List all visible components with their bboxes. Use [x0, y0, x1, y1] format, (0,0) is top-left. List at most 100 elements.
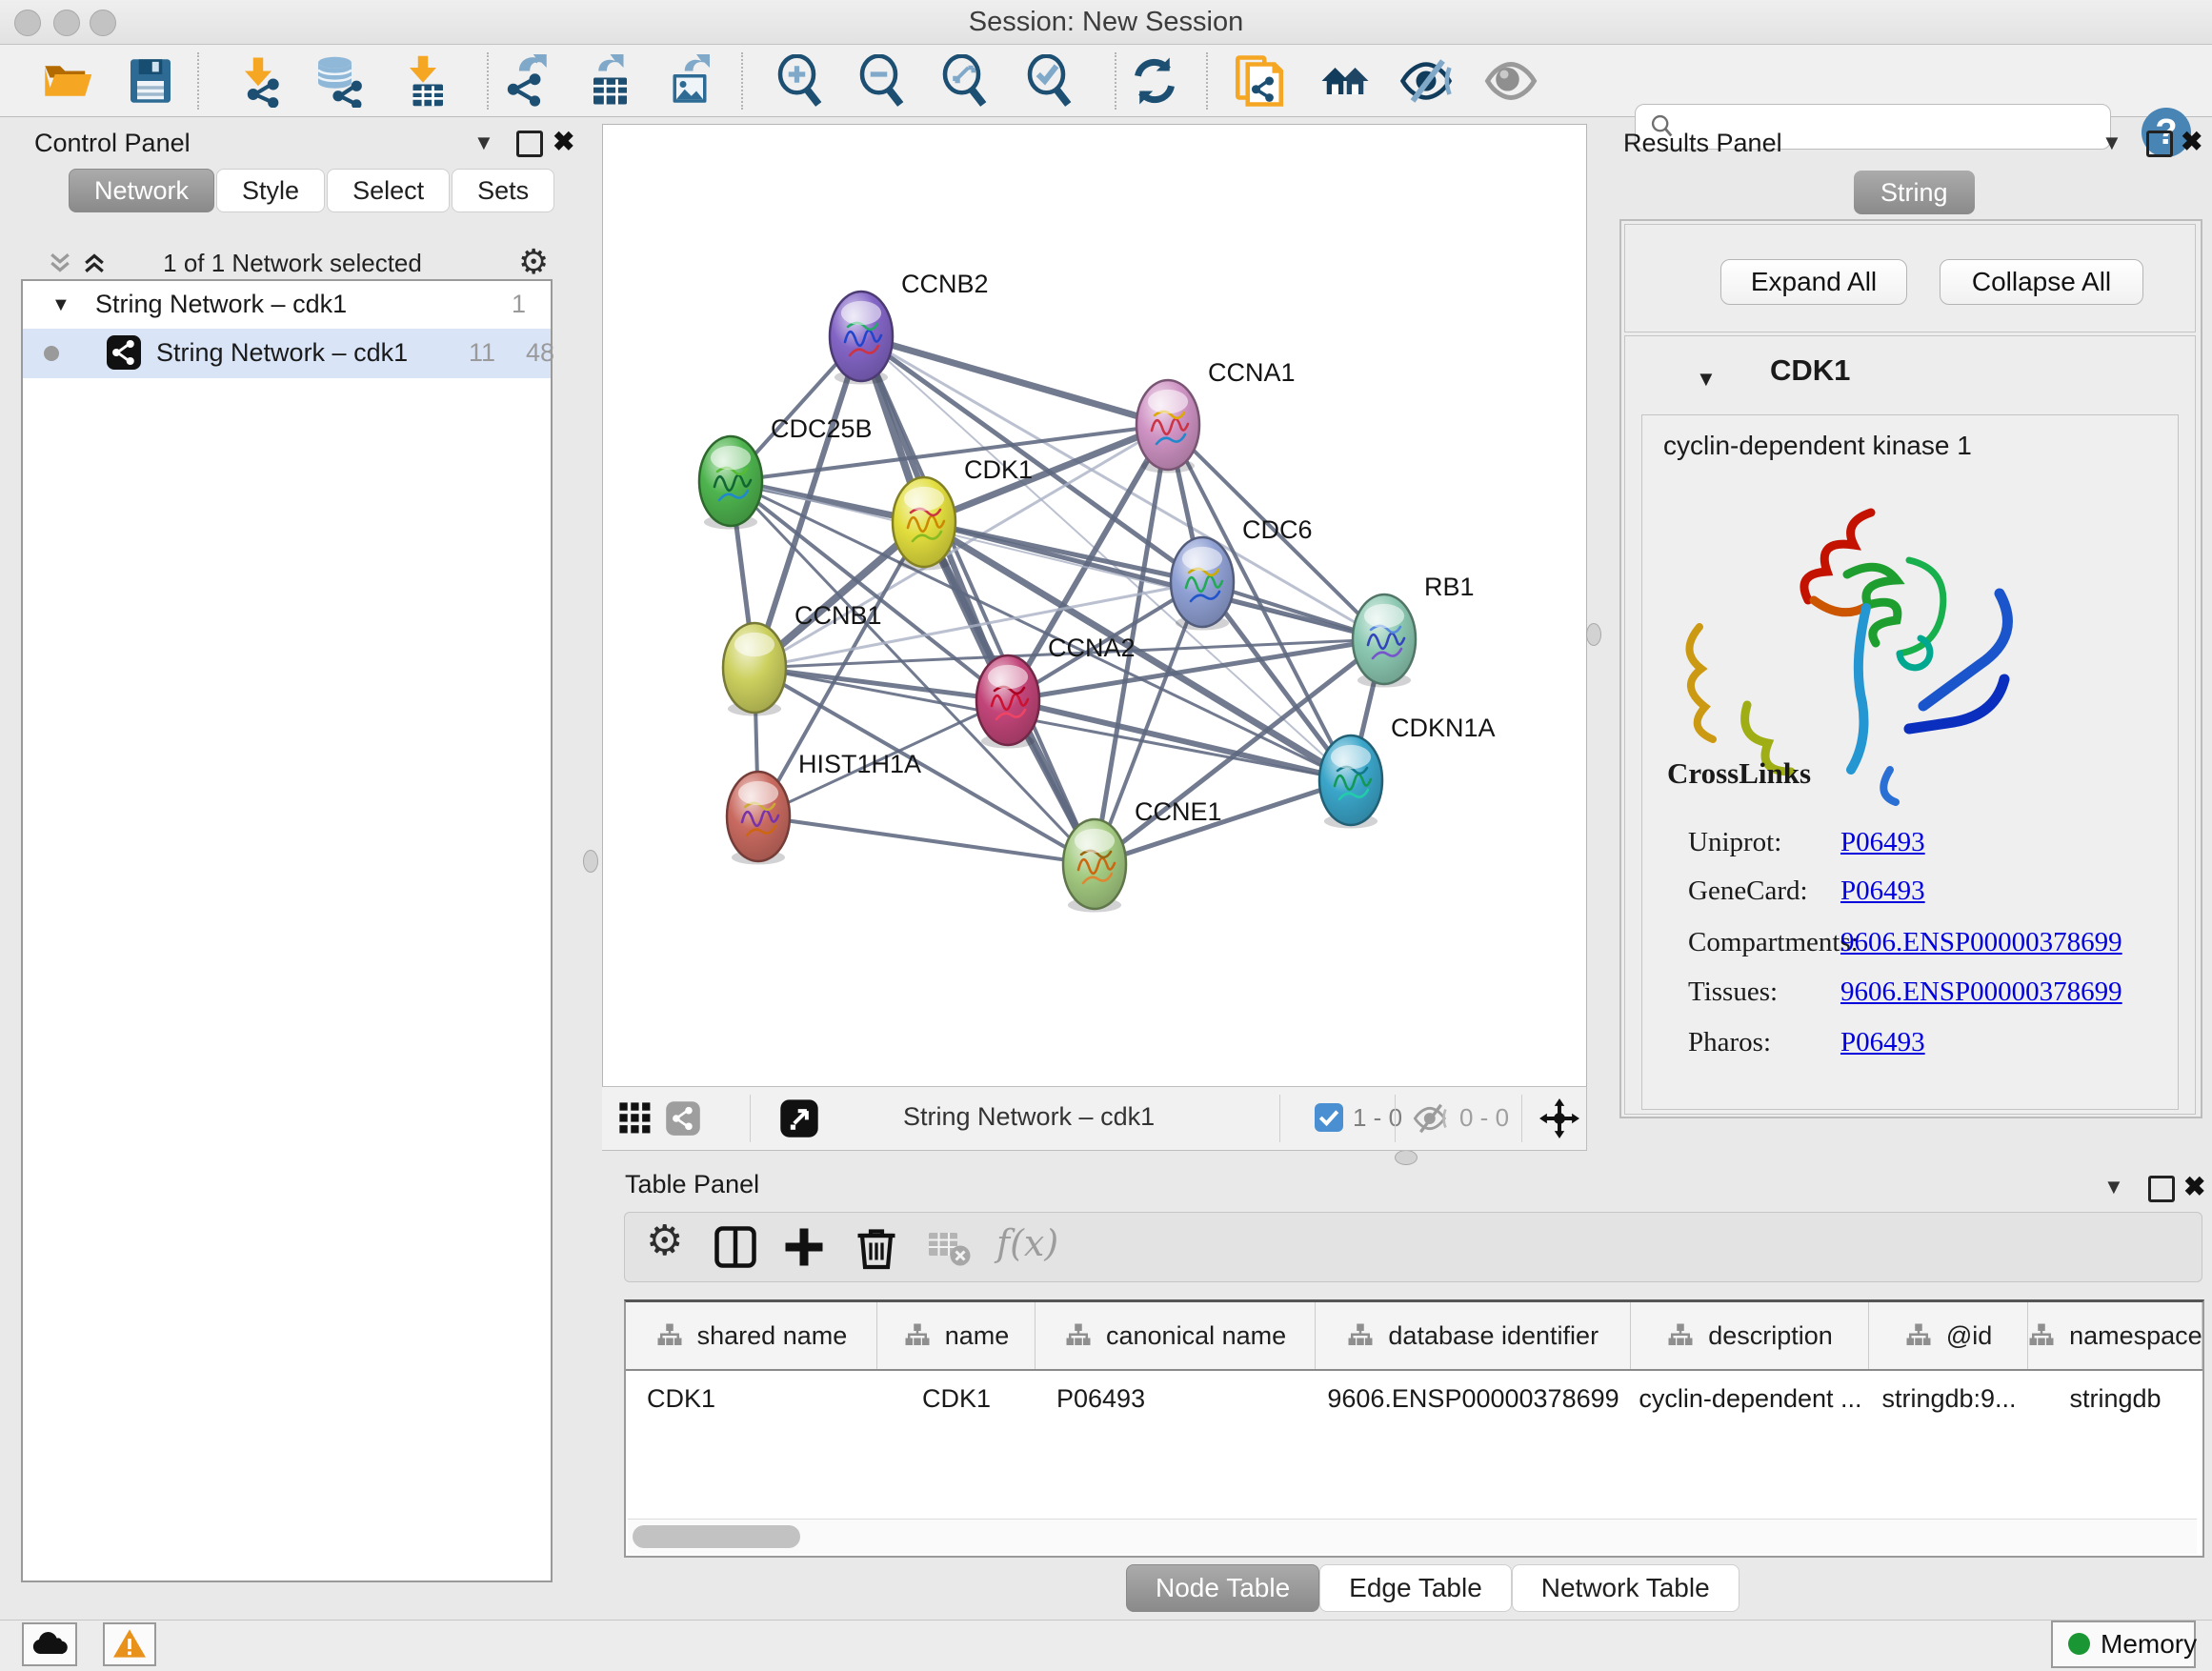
crosslink-label: GeneCard: [1688, 876, 1808, 906]
node-table: shared namenamecanonical namedatabase id… [624, 1299, 2204, 1558]
add-column-icon[interactable] [781, 1224, 827, 1270]
cloud-status-button[interactable] [22, 1622, 77, 1666]
tab-edge-table[interactable]: Edge Table [1319, 1564, 1512, 1612]
network-view-mode-icon[interactable] [665, 1100, 701, 1137]
node-label: CDKN1A [1391, 714, 1496, 742]
import-network-from-file-icon[interactable] [231, 54, 285, 108]
memory-button[interactable]: Memory [2051, 1621, 2196, 1668]
table-cell[interactable]: 9606.ENSP00000378699 [1316, 1371, 1631, 1426]
crosslink-link[interactable]: P06493 [1840, 876, 1925, 907]
column-header-namespace[interactable]: namespace [2028, 1302, 2202, 1369]
column-header-database-identifier[interactable]: database identifier [1316, 1302, 1631, 1369]
column-header--id[interactable]: @id [1869, 1302, 2027, 1369]
table-cell[interactable]: cyclin-dependent ... [1631, 1371, 1870, 1426]
collapse-all-icon[interactable] [46, 249, 74, 277]
export-table-icon[interactable] [580, 54, 633, 108]
crosslink-link[interactable]: 9606.ENSP00000378699 [1840, 927, 2122, 958]
horizontal-splitter-handle[interactable] [1395, 1150, 1418, 1165]
panel-float-icon[interactable] [516, 131, 543, 157]
network-node-rb1[interactable]: RB1 [1353, 573, 1475, 688]
panel-close-icon[interactable]: ✖ [553, 130, 574, 154]
tab-sets[interactable]: Sets [452, 169, 554, 212]
export-image-icon[interactable] [663, 54, 716, 108]
import-table-from-file-icon[interactable] [396, 54, 450, 108]
column-header-canonical-name[interactable]: canonical name [1036, 1302, 1316, 1369]
fit-content-crosshair-icon[interactable] [1539, 1098, 1579, 1138]
crosslink-link[interactable]: 9606.ENSP00000378699 [1840, 976, 2122, 1008]
scrollbar-thumb[interactable] [633, 1525, 800, 1548]
show-columns-icon[interactable] [713, 1224, 758, 1270]
network-node-cdkn1a[interactable]: CDKN1A [1319, 714, 1496, 829]
crosslink-link[interactable]: P06493 [1840, 1027, 1925, 1058]
panel-menu-icon[interactable]: ▼ [2101, 131, 2122, 155]
grid-view-icon[interactable] [617, 1100, 654, 1137]
network-graph[interactable]: CCNB2CCNA1CDC25BCDK1CDC6RB1CCNB1CCNA2CDK… [603, 125, 1586, 1087]
zoom-fit-icon[interactable] [938, 54, 992, 108]
warning-icon [111, 1627, 149, 1660]
table-row[interactable]: CDK1CDK1P064939606.ENSP00000378699cyclin… [626, 1371, 2202, 1426]
collection-disclosure-icon[interactable]: ▼ [51, 294, 70, 316]
tab-network-table[interactable]: Network Table [1512, 1564, 1739, 1612]
panel-float-icon[interactable] [2146, 131, 2173, 157]
crosslink-link[interactable]: P06493 [1840, 827, 1925, 858]
panel-close-icon[interactable]: ✖ [2183, 1175, 2205, 1199]
table-cell[interactable]: stringdb [2028, 1371, 2202, 1426]
zoom-in-icon[interactable] [774, 54, 827, 108]
export-network-icon[interactable] [498, 54, 552, 108]
table-options-gear-icon[interactable]: ⚙ [646, 1224, 692, 1270]
clone-network-icon[interactable] [1233, 54, 1286, 108]
panel-float-icon[interactable] [2148, 1176, 2175, 1202]
delete-column-icon[interactable] [854, 1224, 899, 1270]
network-edge[interactable] [758, 816, 1095, 864]
expand-all-button[interactable]: Expand All [1720, 259, 1907, 305]
table-cell[interactable]: CDK1 [877, 1371, 1036, 1426]
zoom-selected-icon[interactable] [1023, 54, 1076, 108]
collapse-all-button[interactable]: Collapse All [1940, 259, 2143, 305]
network-node-ccna1[interactable]: CCNA1 [1136, 358, 1296, 473]
column-header-shared-name[interactable]: shared name [626, 1302, 877, 1369]
results-panel-title: Results Panel [1623, 129, 1782, 158]
refresh-view-icon[interactable] [1128, 54, 1181, 108]
column-header-description[interactable]: description [1631, 1302, 1870, 1369]
panel-close-icon[interactable]: ✖ [2181, 130, 2202, 154]
memory-status-dot [2068, 1633, 2090, 1655]
network-node-cdc25b[interactable]: CDC25B [699, 414, 873, 530]
column-header-name[interactable]: name [877, 1302, 1036, 1369]
warnings-button[interactable] [103, 1622, 156, 1666]
expand-all-icon[interactable] [80, 249, 109, 277]
horizontal-scrollbar[interactable] [628, 1519, 2197, 1554]
tab-style[interactable]: Style [216, 169, 325, 212]
open-file-icon[interactable] [40, 54, 93, 108]
zoom-out-icon[interactable] [855, 54, 909, 108]
save-session-icon[interactable] [124, 54, 177, 108]
tab-node-table[interactable]: Node Table [1126, 1564, 1319, 1612]
entry-disclosure-icon[interactable]: ▼ [1696, 367, 1717, 392]
tab-select[interactable]: Select [327, 169, 450, 212]
network-name: String Network – cdk1 [156, 338, 408, 368]
network-canvas[interactable]: CCNB2CCNA1CDC25BCDK1CDC6RB1CCNB1CCNA2CDK… [602, 124, 1587, 1088]
panel-menu-icon[interactable]: ▼ [2103, 1175, 2124, 1199]
network-edge[interactable] [1095, 780, 1351, 864]
table-cell[interactable]: stringdb:9... [1870, 1371, 2028, 1426]
network-edge[interactable] [861, 336, 1168, 425]
selected-items-checkbox[interactable] [1315, 1103, 1343, 1132]
tab-network[interactable]: Network [69, 169, 214, 212]
table-cell[interactable]: P06493 [1036, 1371, 1316, 1426]
show-all-icon[interactable] [1484, 54, 1538, 108]
left-splitter-handle[interactable] [583, 850, 598, 873]
node-label: HIST1H1A [798, 750, 921, 778]
network-collection-row[interactable]: ▼ String Network – cdk1 1 [23, 281, 551, 329]
network-node-ccne1[interactable]: CCNE1 [1063, 797, 1222, 913]
crosslink-label: Uniprot: [1688, 827, 1781, 857]
network-edge[interactable] [754, 668, 1008, 700]
birdseye-view-icon[interactable] [779, 1098, 819, 1138]
first-neighbors-icon[interactable] [1318, 54, 1372, 108]
network-options-gear-icon[interactable]: ⚙ [518, 245, 549, 279]
table-cell[interactable]: CDK1 [626, 1371, 877, 1426]
hidden-items-icon [1413, 1102, 1449, 1135]
panel-menu-icon[interactable]: ▼ [473, 131, 494, 155]
tab-string[interactable]: String [1854, 171, 1975, 214]
network-row-selected[interactable]: String Network – cdk1 11 48 [23, 329, 551, 378]
import-network-from-database-icon[interactable] [312, 54, 365, 108]
hide-selected-icon[interactable] [1399, 54, 1453, 108]
